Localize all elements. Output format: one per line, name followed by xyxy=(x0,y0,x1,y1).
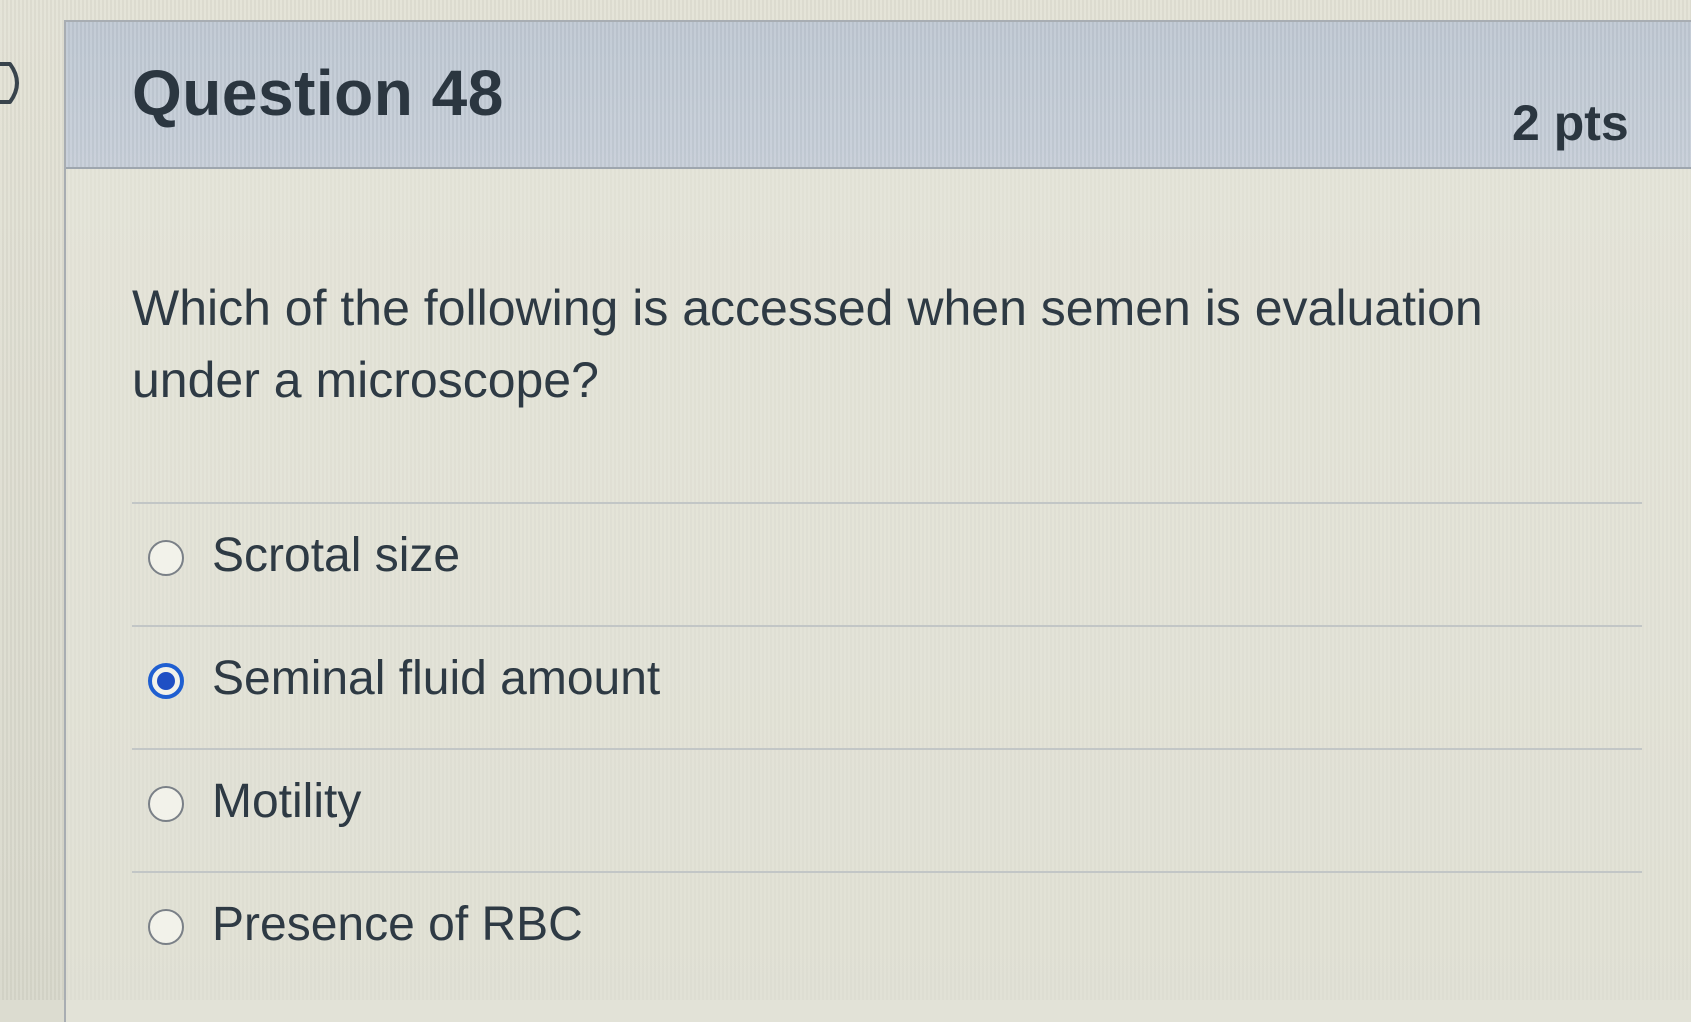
answer-option[interactable]: Scrotal size xyxy=(132,502,1642,625)
question-header: Question 48 2 pts xyxy=(66,22,1691,169)
radio-button-selected[interactable] xyxy=(148,663,184,699)
answer-option[interactable]: Motility xyxy=(132,748,1642,871)
radio-button[interactable] xyxy=(148,540,184,576)
chevron-right-icon xyxy=(0,62,19,104)
answer-label: Seminal fluid amount xyxy=(212,652,661,705)
answer-label: Motility xyxy=(212,775,362,828)
answer-label: Scrotal size xyxy=(212,529,461,582)
question-title: Question 48 xyxy=(132,57,504,129)
answer-list: Scrotal size Seminal fluid amount Motili… xyxy=(132,502,1642,994)
answer-label: Presence of RBC xyxy=(212,898,583,951)
radio-button[interactable] xyxy=(148,909,184,945)
question-points: 2 pts xyxy=(1512,95,1629,151)
collapse-toggle[interactable] xyxy=(0,58,26,108)
answer-option[interactable]: Presence of RBC xyxy=(132,871,1642,994)
radio-button[interactable] xyxy=(148,786,184,822)
question-card: Question 48 2 pts Which of the following… xyxy=(64,20,1691,1022)
question-text: Which of the following is accessed when … xyxy=(132,280,1483,408)
answer-option[interactable]: Seminal fluid amount xyxy=(132,625,1642,748)
